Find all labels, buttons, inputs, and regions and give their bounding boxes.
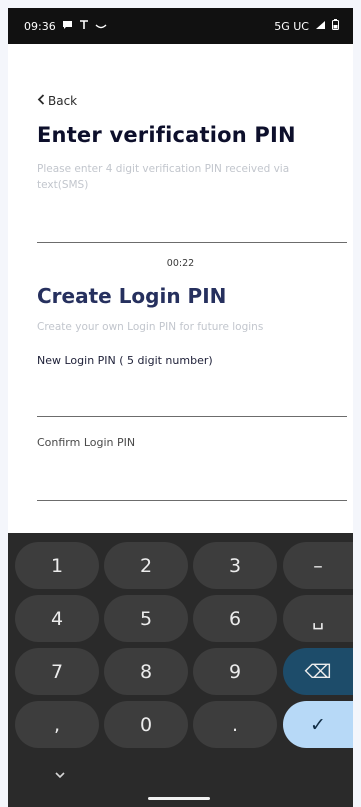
status-bar: 09:36 5G UC [8,8,353,44]
key-space[interactable]: ␣ [283,595,353,642]
gesture-nav-bar[interactable] [148,797,210,800]
key-comma[interactable]: , [15,701,99,748]
done-key[interactable]: ✓ [283,701,353,748]
verification-title: Enter verification PIN [37,123,296,147]
key-2[interactable]: 2 [104,542,188,589]
key-1[interactable]: 1 [15,542,99,589]
backspace-key[interactable]: ⌫ [283,648,353,695]
confirm-pin-label: Confirm Login PIN [37,436,136,449]
key-7[interactable]: 7 [15,648,99,695]
new-pin-label: New Login PIN ( 5 digit number) [37,354,213,367]
key-3[interactable]: 3 [193,542,277,589]
status-left: 09:36 [24,19,107,33]
app-content: Back Enter verification PIN Please enter… [8,44,353,533]
status-time: 09:36 [24,19,56,33]
key-4[interactable]: 4 [15,595,99,642]
key-minus[interactable]: – [283,542,353,589]
status-right: 5G UC [274,19,339,33]
signal-icon [315,20,326,33]
new-pin-input[interactable] [37,384,347,417]
battery-icon [332,19,339,33]
resend-timer: 00:22 [166,258,195,269]
antenna-icon [79,19,89,33]
key-period[interactable]: . [193,701,277,748]
confirm-pin-input[interactable] [37,468,347,501]
numeric-keyboard: 1 2 3 – 4 5 6 ␣ 7 8 9 ⌫ , 0 . ✓ [8,533,353,807]
back-button[interactable]: Back [37,94,77,108]
chat-bubble-icon [62,20,73,33]
chevron-down-icon[interactable] [54,768,66,782]
wave-icon [95,20,107,33]
key-9[interactable]: 9 [193,648,277,695]
network-label: 5G UC [274,19,309,33]
login-pin-title: Create Login PIN [37,284,227,308]
verification-pin-input[interactable] [37,206,347,243]
back-label: Back [48,94,78,108]
chevron-left-icon [37,94,45,108]
key-5[interactable]: 5 [104,595,188,642]
verification-subtitle: Please enter 4 digit verification PIN re… [37,163,290,191]
key-8[interactable]: 8 [104,648,188,695]
key-6[interactable]: 6 [193,595,277,642]
key-0[interactable]: 0 [104,701,188,748]
login-pin-subtitle: Create your own Login PIN for future log… [37,321,264,333]
